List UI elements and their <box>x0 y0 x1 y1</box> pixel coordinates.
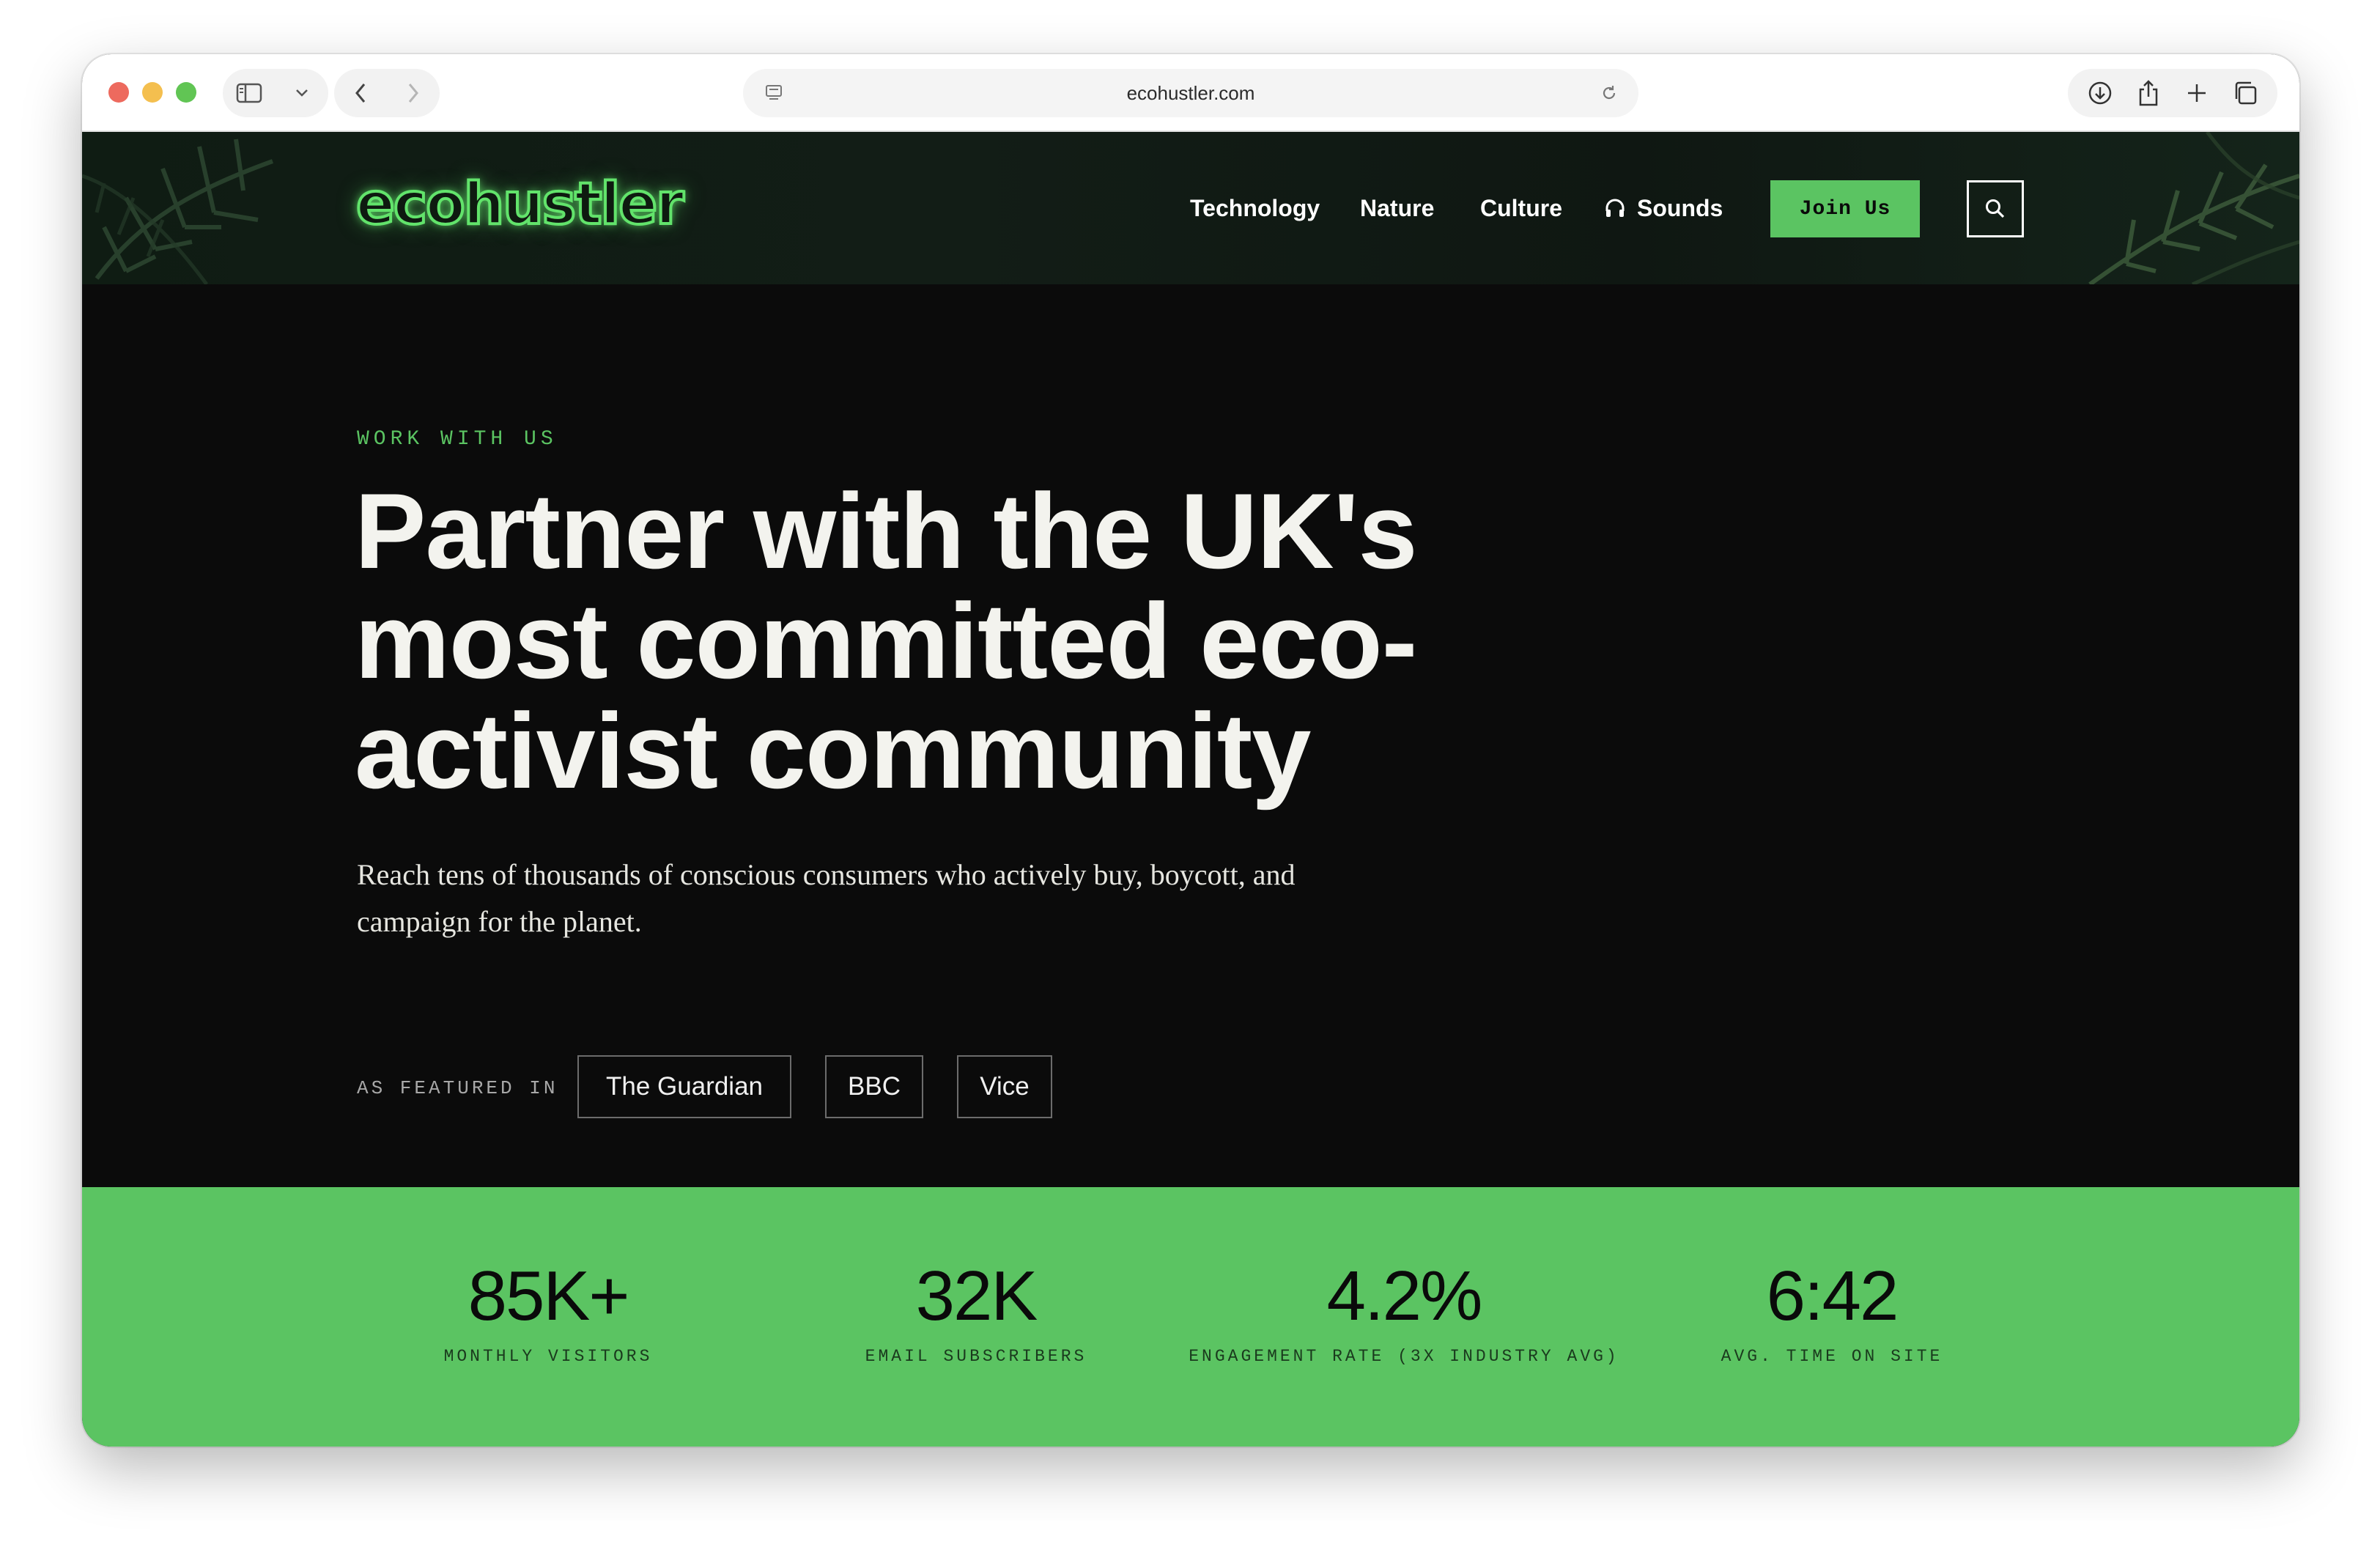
site-header: ecohustler Technology Nature Culture Sou… <box>82 132 2299 284</box>
stat-value: 6:42 <box>1766 1257 1899 1335</box>
nav-nature[interactable]: Nature <box>1360 132 1434 284</box>
eyebrow-label: WORK WITH US <box>357 428 558 451</box>
stat-value: 4.2% <box>1326 1257 1483 1335</box>
foliage-right-decoration <box>2088 132 2299 284</box>
browser-toolbar: ecohustler.com <box>82 54 2299 132</box>
featured-chip-vice: Vice <box>957 1055 1052 1118</box>
nav-sounds[interactable]: Sounds <box>1603 132 1723 284</box>
page-title: Partner with the UK's most committed eco… <box>355 471 1418 810</box>
download-icon[interactable] <box>2084 77 2116 109</box>
search-button[interactable] <box>1967 180 2024 237</box>
zoom-window-button[interactable] <box>176 82 196 103</box>
hero-section: WORK WITH US Partner with the UK's most … <box>82 284 2299 1187</box>
back-icon[interactable] <box>344 77 377 109</box>
search-icon <box>1984 197 2007 221</box>
join-us-button[interactable]: Join Us <box>1770 180 1920 237</box>
nav-sounds-label: Sounds <box>1637 195 1723 221</box>
browser-window: ecohustler.com ecohustler Technology Nat… <box>82 54 2299 1447</box>
close-window-button[interactable] <box>108 82 129 103</box>
browser-actions-group <box>2068 69 2277 117</box>
share-icon[interactable] <box>2132 77 2165 109</box>
forward-icon[interactable] <box>397 77 429 109</box>
stats-band: 85K+ MONTHLY VISITORS 32K EMAIL SUBSCRIB… <box>82 1187 2299 1447</box>
nav-technology[interactable]: Technology <box>1190 132 1320 284</box>
headphones-icon <box>1603 196 1627 220</box>
chevron-down-icon[interactable] <box>286 77 318 109</box>
featured-in-label: AS FEATURED IN <box>357 1077 558 1099</box>
reload-icon[interactable] <box>1593 77 1625 109</box>
hero-subheading: Reach tens of thousands of conscious con… <box>357 858 1296 938</box>
url-text: ecohustler.com <box>1126 82 1255 104</box>
stat-label: AVG. TIME ON SITE <box>1721 1347 1943 1366</box>
sidebar-toggle-group <box>223 69 328 117</box>
history-nav-group <box>334 69 440 117</box>
tabs-overview-icon[interactable] <box>2229 77 2261 109</box>
stat-value: 32K <box>915 1257 1038 1335</box>
new-tab-icon[interactable] <box>2181 77 2213 109</box>
minimize-window-button[interactable] <box>142 82 163 103</box>
featured-chip-the-guardian: The Guardian <box>577 1055 791 1118</box>
address-bar[interactable]: ecohustler.com <box>743 69 1638 117</box>
nav-culture[interactable]: Culture <box>1480 132 1562 284</box>
stat-value: 85K+ <box>468 1257 630 1335</box>
foliage-left-decoration <box>82 138 274 284</box>
featured-chip-bbc: BBC <box>825 1055 923 1118</box>
sidebar-icon[interactable] <box>233 77 265 109</box>
site-logo[interactable]: ecohustler <box>355 170 686 239</box>
